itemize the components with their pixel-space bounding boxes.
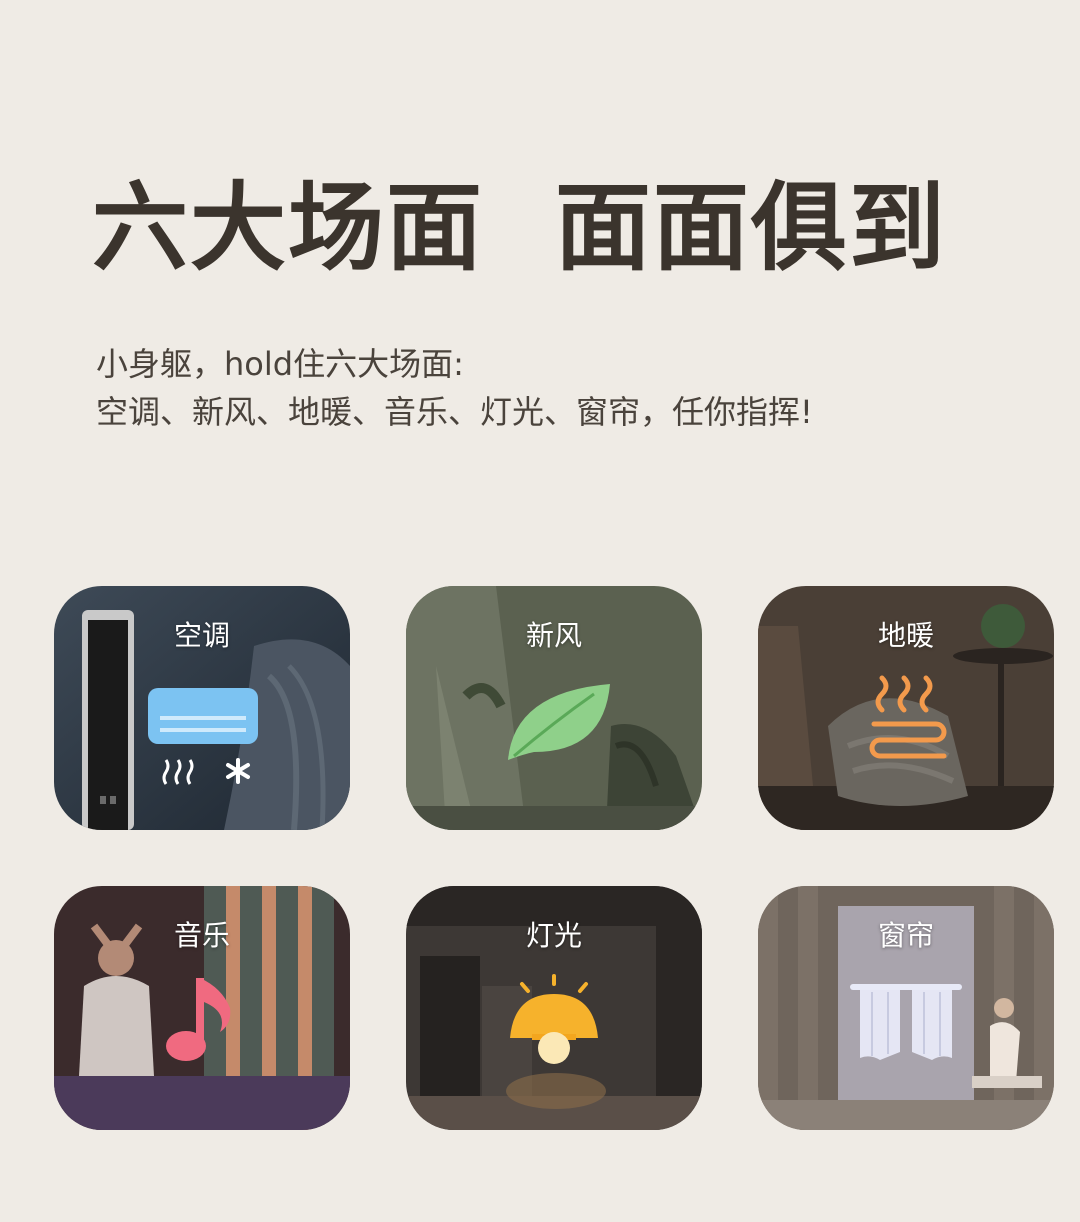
curtain-icon bbox=[850, 982, 962, 1072]
scene-card-ac[interactable]: 空调 bbox=[54, 586, 350, 830]
subtitle-line-1: 小身躯，hold住六大场面: bbox=[96, 345, 464, 383]
floor-heating-icon bbox=[866, 674, 950, 764]
scene-card-floor-heating[interactable]: 地暖 bbox=[758, 586, 1054, 830]
scene-label-curtain: 窗帘 bbox=[877, 919, 934, 952]
scene-label-ac: 空调 bbox=[173, 619, 230, 652]
subtitle: 小身躯，hold住六大场面: 空调、新风、地暖、音乐、灯光、窗帘，任你指挥! bbox=[96, 340, 813, 436]
air-conditioner-icon bbox=[146, 686, 262, 790]
scene-label-music: 音乐 bbox=[173, 919, 230, 952]
lamp-icon bbox=[504, 974, 604, 1074]
scene-card-lighting[interactable]: 灯光 bbox=[406, 886, 702, 1130]
leaf-icon bbox=[504, 682, 614, 768]
scene-card-music[interactable]: 音乐 bbox=[54, 886, 350, 1130]
scene-card-curtain[interactable]: 窗帘 bbox=[758, 886, 1054, 1130]
music-note-icon bbox=[162, 972, 238, 1072]
subtitle-line-2: 空调、新风、地暖、音乐、灯光、窗帘，任你指挥! bbox=[96, 393, 813, 431]
scene-card-fresh-air[interactable]: 新风 bbox=[406, 586, 702, 830]
scene-label-lighting: 灯光 bbox=[525, 919, 582, 952]
scene-label-fresh-air: 新风 bbox=[525, 619, 582, 652]
scene-label-floor-heating: 地暖 bbox=[877, 619, 934, 652]
page-title: 六大场面 面面俱到 bbox=[92, 172, 947, 284]
